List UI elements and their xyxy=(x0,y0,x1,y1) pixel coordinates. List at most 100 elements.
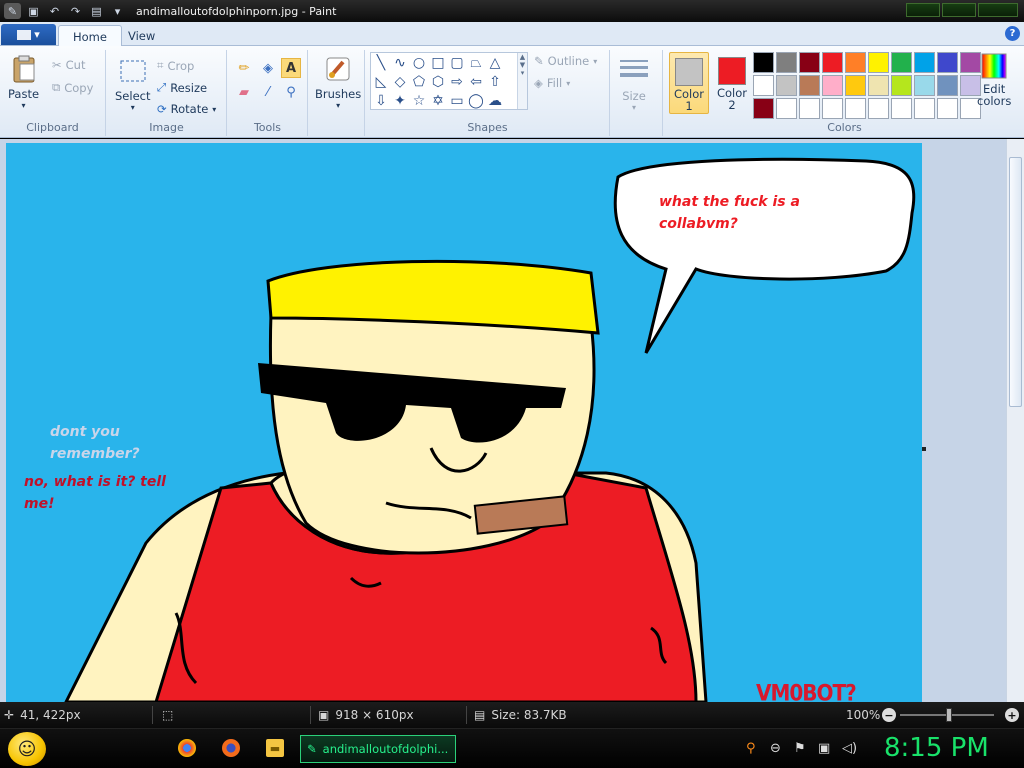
pencil-icon[interactable]: ✏ xyxy=(234,58,254,78)
paint-app-icon[interactable]: ✎ xyxy=(4,3,21,19)
shapes-scrollbar[interactable]: ▲ ▼ ▾ xyxy=(517,53,527,109)
outline-button[interactable]: ✎ Outline ▾ xyxy=(534,54,597,68)
firefox-icon[interactable] xyxy=(222,739,240,757)
brush-icon xyxy=(326,57,350,81)
copy-button[interactable]: ⧉ Copy xyxy=(52,80,93,95)
selection-size: ⬚ xyxy=(162,702,173,728)
clock[interactable]: 8:15 PM xyxy=(884,733,989,763)
vertical-scrollbar[interactable] xyxy=(1006,139,1024,702)
cloud-callout-shape-icon[interactable]: ☁ xyxy=(486,92,504,110)
start-button[interactable]: ☺ xyxy=(8,732,46,766)
window-title: andimalloutofdolphinporn.jpg - Paint xyxy=(136,4,337,18)
flag-icon[interactable]: ⚑ xyxy=(794,741,806,756)
speech-text-top: what the fuck is a collabvm? xyxy=(659,191,800,235)
shapes-gallery: ╲ ∿ ○ □ ▢ ⏢ △ ◺ ◇ ⬠ ⬡ ⇨ ⇦ ⇧ ⇩ ✦ ☆ ✡ ▭ ◯ … xyxy=(370,52,528,110)
magnifier-icon[interactable]: ⚲ xyxy=(281,82,301,102)
rounded-rectangle-shape-icon[interactable]: ▢ xyxy=(448,54,466,72)
ribbon-tabs: ▾ Home View ? xyxy=(0,22,1024,47)
speech-line: remember? xyxy=(50,446,140,462)
curve-shape-icon[interactable]: ∿ xyxy=(391,54,409,72)
outline-icon: ✎ xyxy=(534,54,544,68)
fill-bucket-icon[interactable]: ◈ xyxy=(258,58,278,78)
chevron-down-icon: ▾ xyxy=(21,101,26,110)
status-icon[interactable]: ⊖ xyxy=(770,741,781,756)
rounded-callout-shape-icon[interactable]: ▭ xyxy=(448,92,466,110)
drawing-canvas[interactable]: what the fuck is a collabvm? dont you re… xyxy=(6,143,922,702)
line-shape-icon[interactable]: ╲ xyxy=(372,54,390,72)
right-arrow-shape-icon[interactable]: ⇨ xyxy=(448,73,466,91)
help-icon[interactable]: ? xyxy=(1005,26,1020,41)
pentagon-shape-icon[interactable]: ⬠ xyxy=(410,73,428,91)
five-point-star-shape-icon[interactable]: ☆ xyxy=(410,92,428,110)
rotate-button[interactable]: ⟳ Rotate ▾ xyxy=(157,102,216,116)
smiley-icon: ☺ xyxy=(17,738,37,760)
zoom-slider-thumb[interactable] xyxy=(946,708,952,722)
search-icon[interactable]: ⚲ xyxy=(746,741,756,756)
speech-bubble xyxy=(613,157,916,354)
six-point-star-shape-icon[interactable]: ✡ xyxy=(429,92,447,110)
oval-shape-icon[interactable]: ○ xyxy=(410,54,428,72)
oval-callout-shape-icon[interactable]: ◯ xyxy=(467,92,485,110)
image-dimensions: ▣ 918 × 610px xyxy=(318,702,414,728)
brushes-button[interactable]: Brushes ▾ xyxy=(315,54,361,110)
eraser-icon[interactable]: ▰ xyxy=(234,82,254,102)
polygon-shape-icon[interactable]: ⏢ xyxy=(467,54,485,72)
file-menu-button[interactable]: ▾ xyxy=(1,24,56,45)
window-controls xyxy=(906,3,1018,17)
speech-text-left-1: dont you remember? xyxy=(50,421,140,465)
save-icon[interactable]: ▣ xyxy=(25,3,42,19)
divider xyxy=(466,706,467,724)
title-bar: ✎ ▣ ↶ ↷ ▤ ▾ andimalloutofdolphinporn.jpg… xyxy=(0,0,1024,22)
rectangle-shape-icon[interactable]: □ xyxy=(429,54,447,72)
left-arrow-shape-icon[interactable]: ⇦ xyxy=(467,73,485,91)
close-button[interactable] xyxy=(978,3,1018,17)
file-size-text: Size: 83.7KB xyxy=(491,708,567,722)
divider xyxy=(310,706,311,724)
folder-icon[interactable]: ▬ xyxy=(266,739,284,757)
speech-line: no, what is it? tell xyxy=(24,474,166,490)
paint-app-icon: ✎ xyxy=(307,742,317,756)
hexagon-shape-icon[interactable]: ⬡ xyxy=(429,73,447,91)
network-icon[interactable]: ▣ xyxy=(818,741,830,756)
volume-icon[interactable]: ◁) xyxy=(842,741,857,756)
resize-button[interactable]: ⤢ Resize xyxy=(157,80,207,95)
brushes-label: Brushes xyxy=(315,87,362,101)
scrollbar-thumb[interactable] xyxy=(1009,157,1022,407)
paste-button[interactable]: Paste ▾ xyxy=(8,54,39,110)
tab-home[interactable]: Home xyxy=(58,25,122,47)
diamond-shape-icon[interactable]: ◇ xyxy=(391,73,409,91)
triangle-shape-icon[interactable]: △ xyxy=(486,54,504,72)
chrome-icon[interactable] xyxy=(178,739,196,757)
minimize-button[interactable] xyxy=(906,3,940,17)
speech-line: dont you xyxy=(50,424,120,440)
brushes-group: Brushes ▾ xyxy=(309,50,365,136)
rotate-icon: ⟳ xyxy=(157,102,167,116)
tab-view[interactable]: View xyxy=(114,25,169,47)
four-point-star-shape-icon[interactable]: ✦ xyxy=(391,92,409,110)
select-button[interactable]: Select ▾ xyxy=(115,56,150,112)
fill-button[interactable]: ◈ Fill ▾ xyxy=(534,76,570,90)
cut-button[interactable]: ✂ Cut xyxy=(52,58,85,72)
chevron-down-icon: ▾ xyxy=(336,101,341,110)
scissors-icon: ✂ xyxy=(52,58,62,72)
undo-icon[interactable]: ↶ xyxy=(46,3,63,19)
right-triangle-shape-icon[interactable]: ◺ xyxy=(372,73,390,91)
zoom-out-button[interactable]: − xyxy=(882,708,896,722)
customize-toolbar-icon[interactable]: ▾ xyxy=(109,3,126,19)
up-arrow-shape-icon[interactable]: ⇧ xyxy=(486,73,504,91)
text-tool-icon[interactable]: A xyxy=(281,58,301,78)
image-group-label: Image xyxy=(149,121,184,134)
crop-button[interactable]: ⌗ Crop xyxy=(157,58,194,73)
speech-line: what the fuck is a xyxy=(659,194,800,210)
zoom-in-button[interactable]: + xyxy=(1005,708,1019,722)
canvas-resize-handle[interactable] xyxy=(922,447,926,451)
new-icon[interactable]: ▤ xyxy=(88,3,105,19)
select-icon xyxy=(120,60,146,82)
taskbar-task-paint[interactable]: ✎ andimalloutofdolphi... xyxy=(300,735,456,763)
redo-icon[interactable]: ↷ xyxy=(67,3,84,19)
maximize-button[interactable] xyxy=(942,3,976,17)
image-dimensions-text: 918 × 610px xyxy=(335,708,414,722)
color-picker-icon[interactable]: ⁄ xyxy=(258,82,278,102)
size-button[interactable]: Size ▾ xyxy=(619,56,649,112)
down-arrow-shape-icon[interactable]: ⇩ xyxy=(372,92,390,110)
